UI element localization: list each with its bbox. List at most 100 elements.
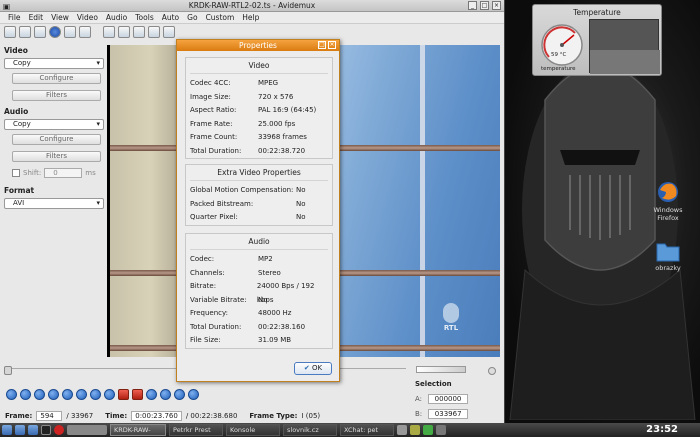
taskbar-clock[interactable]: 23:52 (646, 423, 678, 437)
volume-bar[interactable] (416, 366, 466, 373)
shift-row: Shift: 0 ms (12, 168, 104, 178)
tray-icon[interactable] (397, 425, 407, 435)
marker-a-icon[interactable] (118, 389, 129, 400)
video-codec-select[interactable]: Copy (4, 58, 104, 69)
selection-a-field[interactable]: 000000 (428, 394, 469, 404)
tray-icon[interactable] (436, 425, 446, 435)
save-icon[interactable] (34, 26, 46, 38)
tray-icon[interactable] (423, 425, 433, 435)
menu-custom[interactable]: Custom (202, 12, 239, 23)
audio-filters-button[interactable]: Filters (12, 151, 101, 162)
files-icon[interactable] (28, 425, 38, 435)
shift-label: Shift: (23, 169, 42, 177)
ok-button-label: OK (312, 364, 323, 372)
save-as-icon[interactable] (79, 26, 91, 38)
property-label: Frame Count: (190, 133, 238, 141)
dialog-close-icon[interactable]: × (328, 41, 336, 49)
first-frame-icon[interactable] (174, 389, 185, 400)
selection-title: Selection (415, 380, 452, 388)
back-icon[interactable] (90, 389, 101, 400)
kde-menu-icon[interactable] (2, 425, 12, 435)
next-frame-icon[interactable] (48, 389, 59, 400)
play-icon[interactable] (6, 389, 17, 400)
rtl-logo-text: RTL (443, 324, 459, 332)
stop-icon[interactable] (20, 389, 31, 400)
append-icon[interactable] (19, 26, 31, 38)
temperature-graph (589, 19, 660, 74)
property-label: Packed Bitstream: (190, 199, 254, 208)
pager-icon[interactable] (67, 425, 107, 435)
prev-frame-icon[interactable] (34, 389, 45, 400)
last-frame-icon[interactable] (188, 389, 199, 400)
side-by-side-icon[interactable] (148, 26, 160, 38)
script-icon[interactable] (103, 26, 115, 38)
output-icon[interactable] (133, 26, 145, 38)
property-value: 25.000 fps (258, 119, 296, 128)
menu-file[interactable]: File (4, 12, 25, 23)
window-menu-icon[interactable]: ▣ (3, 1, 10, 13)
selection-b-field[interactable]: 033967 (428, 409, 469, 419)
desktop-icon-obrazky[interactable]: obrazky (643, 240, 693, 272)
home-icon[interactable] (15, 425, 25, 435)
menu-go[interactable]: Go (183, 12, 201, 23)
menu-edit[interactable]: Edit (25, 12, 48, 23)
minimize-button[interactable]: _ (468, 1, 477, 10)
property-row: Channels: Stereo (186, 267, 332, 281)
timeline-knob[interactable] (4, 366, 12, 375)
tray-icon[interactable] (410, 425, 420, 435)
frame-input[interactable]: 594 (36, 411, 63, 421)
open-icon[interactable] (4, 26, 16, 38)
time-input[interactable]: 0:00:23.760 (131, 411, 182, 421)
filter-preview-icon[interactable] (163, 26, 175, 38)
desktop-icon-firefox[interactable]: Windows Firefox (643, 180, 693, 222)
maximize-button[interactable]: □ (480, 1, 489, 10)
prev-black-icon[interactable] (146, 389, 157, 400)
opera-icon[interactable] (54, 425, 64, 435)
task-avidemux[interactable]: KRDK-RAW- (110, 424, 166, 436)
property-value: Stereo (258, 268, 281, 277)
menu-video[interactable]: Video (73, 12, 102, 23)
video-filters-button[interactable]: Filters (12, 90, 101, 101)
audio-configure-button[interactable]: Configure (12, 134, 101, 145)
time-total: / 00:22:38.680 (185, 412, 238, 420)
menu-auto[interactable]: Auto (158, 12, 183, 23)
menu-help[interactable]: Help (238, 12, 263, 23)
task-xchat[interactable]: XChat: pet (340, 424, 394, 436)
terminal-icon[interactable] (41, 425, 51, 435)
info-icon[interactable] (49, 26, 61, 38)
next-keyframe-icon[interactable] (76, 389, 87, 400)
audio-codec-select[interactable]: Copy (4, 119, 104, 130)
property-label: Frame Rate: (190, 119, 233, 128)
calculator-icon[interactable] (64, 26, 76, 38)
preview-icon[interactable] (118, 26, 130, 38)
dialog-titlebar[interactable]: Properties □ × (177, 40, 339, 51)
next-black-icon[interactable] (160, 389, 171, 400)
property-value: 24000 Bps / 192 kbps (256, 282, 315, 304)
property-row: Frequency: 48000 Hz (186, 307, 332, 321)
marker-b-icon[interactable] (132, 389, 143, 400)
menu-audio[interactable]: Audio (102, 12, 131, 23)
task-slovnik[interactable]: slovnik.cz (283, 424, 337, 436)
temperature-label: temperature (541, 66, 576, 72)
property-value: No (258, 295, 268, 304)
prev-keyframe-icon[interactable] (62, 389, 73, 400)
video-configure-button[interactable]: Configure (12, 73, 101, 84)
property-label: Global Motion Compensation: (190, 186, 294, 194)
selection-panel: Selection A: 000000 B: 033967 (415, 380, 500, 424)
shift-checkbox[interactable] (12, 169, 20, 177)
property-value: 31.09 MB (258, 336, 292, 344)
menu-tools[interactable]: Tools (131, 12, 157, 23)
shift-spinbox[interactable]: 0 (44, 168, 83, 178)
format-select[interactable]: AVI (4, 198, 104, 209)
task-petrkr[interactable]: Petrkr Prest (169, 424, 223, 436)
window-titlebar[interactable]: ▣ KRDK-RAW-RTL2-02.ts - Avidemux _ □ × (0, 0, 504, 12)
dialog-maximize-icon[interactable]: □ (318, 41, 326, 49)
close-button[interactable]: × (492, 1, 501, 10)
task-konsole[interactable]: Konsole (226, 424, 280, 436)
forward-icon[interactable] (104, 389, 115, 400)
property-row: Packed Bitstream: No (186, 198, 332, 212)
video-section-title: Video (4, 46, 28, 55)
volume-knob[interactable] (488, 367, 496, 375)
ok-button[interactable]: ✔ OK (294, 362, 332, 375)
menu-view[interactable]: View (47, 12, 73, 23)
